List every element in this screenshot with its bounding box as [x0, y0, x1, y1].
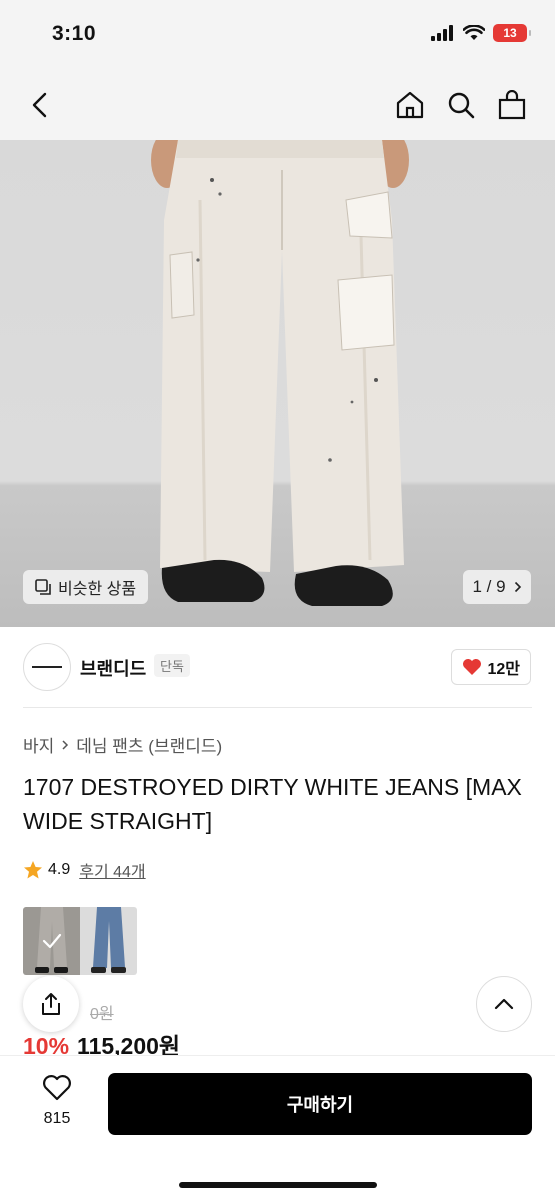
product-image-carousel[interactable] — [0, 140, 555, 627]
image-counter[interactable]: 1 / 9 — [463, 570, 531, 604]
brand-name[interactable]: 브랜디드 — [80, 655, 146, 681]
nav-bar — [0, 70, 555, 140]
status-bar: 3:10 13 — [0, 0, 555, 70]
product-photo — [151, 140, 409, 606]
divider — [23, 707, 532, 708]
thumbnail-blue-jeans — [91, 907, 126, 973]
exclusive-badge: 단독 — [154, 654, 190, 677]
wishlist-button[interactable]: 815 — [30, 1074, 84, 1128]
product-title: 1707 DESTROYED DIRTY WHITE JEANS [MAX WI… — [23, 774, 522, 834]
chevron-right-icon — [514, 581, 521, 593]
share-icon — [42, 993, 60, 1015]
back-button[interactable] — [22, 87, 58, 123]
share-button[interactable] — [23, 976, 79, 1032]
back-icon — [32, 92, 47, 118]
rating-row: 4.9 후기 44개 — [23, 858, 146, 882]
brand-row: 브랜디드 단독 12만 — [0, 627, 555, 707]
wishlist-count: 815 — [43, 1110, 71, 1127]
bag-icon — [498, 90, 526, 120]
battery-indicator: 13 — [493, 24, 531, 42]
rating-value: 4.9 — [48, 861, 71, 878]
status-icons: 13 — [431, 24, 531, 42]
color-option-white[interactable] — [23, 907, 80, 975]
reviews-link[interactable]: 후기 44개 — [79, 858, 145, 882]
brand-logo[interactable] — [23, 643, 71, 691]
color-options — [23, 907, 137, 975]
brand-like-button[interactable]: 12만 — [451, 649, 531, 685]
breadcrumb-category[interactable]: 바지 — [23, 732, 54, 757]
home-indicator — [179, 1182, 377, 1188]
chevron-up-icon — [494, 998, 514, 1010]
image-counter-label: 1 / 9 — [472, 577, 506, 596]
status-time: 3:10 — [52, 22, 97, 45]
wifi-icon — [463, 25, 485, 40]
breadcrumb: 바지 데님 팬츠 (브랜디드) — [23, 732, 222, 757]
similar-icon — [35, 578, 51, 595]
brand-logo-mark — [32, 666, 62, 668]
signal-icon — [431, 25, 453, 41]
cart-button[interactable] — [494, 87, 530, 123]
search-button[interactable] — [443, 87, 479, 123]
scroll-top-button[interactable] — [476, 976, 532, 1032]
original-price: 0원 — [90, 1006, 114, 1023]
bottom-action-bar: 815 구매하기 — [0, 1055, 555, 1201]
breadcrumb-subcategory[interactable]: 데님 팬츠 (브랜디드) — [76, 732, 222, 757]
buy-button[interactable]: 구매하기 — [108, 1073, 532, 1135]
heart-icon — [463, 659, 482, 675]
home-icon — [396, 91, 424, 119]
chevron-right-icon — [62, 739, 69, 750]
star-icon — [24, 861, 42, 879]
search-icon — [448, 92, 475, 119]
heart-outline-icon — [43, 1075, 71, 1101]
check-icon — [42, 933, 62, 949]
color-option-blue[interactable] — [80, 907, 137, 975]
similar-label: 비슷한 상품 — [58, 581, 137, 598]
home-button[interactable] — [392, 87, 428, 123]
brand-like-count: 12만 — [487, 661, 520, 678]
similar-products-button[interactable]: 비슷한 상품 — [23, 570, 149, 604]
